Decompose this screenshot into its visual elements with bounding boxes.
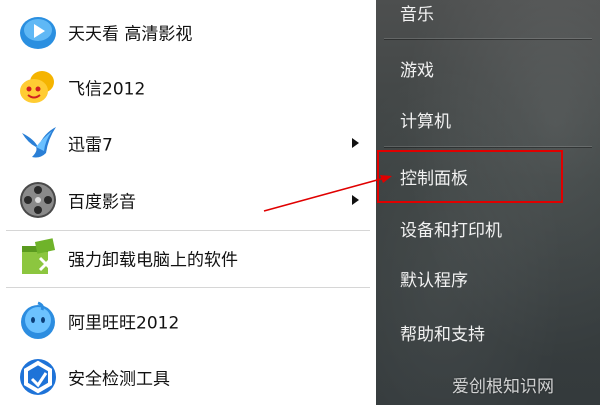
divider bbox=[384, 146, 592, 147]
uninstall-tool-icon bbox=[18, 238, 58, 278]
highlight-box bbox=[377, 150, 563, 203]
link-help-support[interactable]: 帮助和支持 bbox=[400, 320, 580, 345]
program-label: 百度影音 bbox=[68, 192, 136, 213]
program-label: 安全检测工具 bbox=[68, 369, 170, 390]
tiantiankan-tv-icon bbox=[18, 12, 58, 52]
program-item-fetion[interactable]: 飞信2012 bbox=[6, 61, 370, 113]
program-item-uninstall[interactable]: 强力卸载电脑上的软件 bbox=[6, 232, 370, 284]
program-item-security-check[interactable]: 安全检测工具 bbox=[6, 351, 370, 403]
program-label: 天天看 高清影视 bbox=[68, 24, 193, 45]
link-devices-printers[interactable]: 设备和打印机 bbox=[400, 216, 580, 241]
program-item-tiantiankan[interactable]: 天天看 高清影视 bbox=[6, 6, 370, 58]
divider bbox=[384, 38, 592, 39]
thunder-bird-icon bbox=[18, 123, 58, 163]
link-music[interactable]: 音乐 bbox=[400, 0, 580, 25]
link-games[interactable]: 游戏 bbox=[400, 56, 580, 81]
security-check-icon bbox=[18, 357, 58, 397]
fetion-icon bbox=[18, 67, 58, 107]
program-label: 强力卸载电脑上的软件 bbox=[68, 250, 238, 271]
link-default-programs[interactable]: 默认程序 bbox=[400, 266, 580, 291]
program-label: 飞信2012 bbox=[68, 79, 146, 100]
link-computer[interactable]: 计算机 bbox=[400, 107, 580, 132]
divider bbox=[6, 287, 370, 288]
program-label: 迅雷7 bbox=[68, 135, 113, 156]
program-item-thunder[interactable]: 迅雷7 bbox=[6, 117, 370, 169]
program-item-aliwangwang[interactable]: 阿里旺旺2012 bbox=[6, 295, 370, 347]
submenu-arrow-icon[interactable] bbox=[352, 138, 359, 148]
watermark: 爱创根知识网 bbox=[452, 377, 554, 397]
program-item-baidu-player[interactable]: 百度影音 bbox=[6, 174, 370, 226]
divider bbox=[6, 230, 370, 231]
submenu-arrow-icon[interactable] bbox=[352, 195, 359, 205]
baidu-player-reel-icon bbox=[18, 180, 58, 220]
program-label: 阿里旺旺2012 bbox=[68, 313, 180, 334]
programs-pane: 天天看 高清影视 飞信2012 迅雷7 百度影音 强力卸载电脑上的软件 阿里旺旺… bbox=[0, 0, 376, 405]
aliwangwang-icon bbox=[18, 301, 58, 341]
